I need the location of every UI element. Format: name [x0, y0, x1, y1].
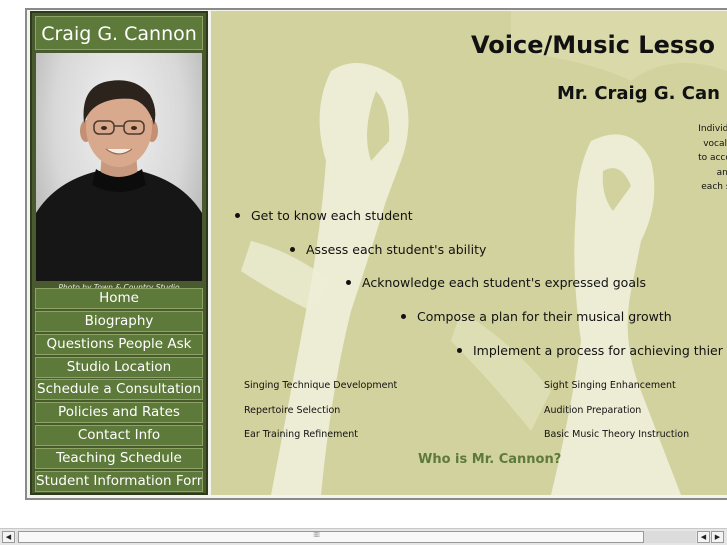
goal-item: Assess each student's ability: [290, 242, 486, 257]
service-item: Audition Preparation: [544, 405, 642, 416]
goal-item: Get to know each student: [235, 208, 413, 223]
bullet-icon: [457, 348, 462, 353]
sidebar: Craig G. Cannon Photo by Tow: [30, 11, 208, 495]
site-title: Craig G. Cannon: [35, 16, 203, 50]
intro-line: Individual pro: [698, 124, 727, 134]
page-subheading: Mr. Craig G. Can: [557, 83, 720, 104]
page-heading: Voice/Music Lesso: [471, 31, 715, 59]
nav-home[interactable]: Home: [35, 288, 203, 309]
bullet-icon: [235, 213, 240, 218]
who-is-link[interactable]: Who is Mr. Cannon?: [418, 452, 561, 467]
goal-item: Compose a plan for their musical growth: [401, 309, 672, 324]
intro-line: each studen: [701, 182, 727, 193]
nav-contact-info[interactable]: Contact Info: [35, 425, 203, 446]
bullet-icon: [401, 314, 406, 319]
nav-student-info-form[interactable]: Student Information Form: [35, 471, 203, 492]
nav-studio-location[interactable]: Studio Location: [35, 357, 203, 378]
goal-item: Acknowledge each student's expressed goa…: [346, 275, 646, 290]
service-item: Ear Training Refinement: [244, 429, 358, 440]
right-arrow-icon[interactable]: ▶: [711, 531, 724, 543]
service-item: Sight Singing Enhancement: [544, 380, 676, 391]
left-arrow-icon[interactable]: ◀: [697, 531, 710, 543]
service-item: Repertoire Selection: [244, 405, 341, 416]
nav-biography[interactable]: Biography: [35, 311, 203, 332]
intro-text: Individual pro vocal study to accomodat …: [659, 122, 727, 195]
nav-policies-rates[interactable]: Policies and Rates: [35, 402, 203, 423]
left-arrow-icon[interactable]: ◀: [2, 531, 15, 543]
goal-item: Implement a process for achieving thier …: [457, 343, 727, 358]
intro-line: and c: [716, 167, 727, 178]
service-item: Singing Technique Development: [244, 380, 398, 391]
nav-teaching-schedule[interactable]: Teaching Schedule: [35, 448, 203, 469]
intro-line: vocal study: [703, 138, 727, 149]
nav-schedule-consultation[interactable]: Schedule a Consultation: [35, 379, 203, 400]
portrait-photo: [36, 53, 202, 281]
main-content: Voice/Music Lesso Mr. Craig G. Can Indiv…: [211, 11, 727, 495]
bullet-icon: [290, 247, 295, 252]
grip-icon: ⁞⁞⁞⁞⁞: [313, 531, 320, 539]
bullet-icon: [346, 280, 351, 285]
service-item: Basic Music Theory Instruction: [544, 429, 690, 440]
nav-questions[interactable]: Questions People Ask: [35, 334, 203, 355]
scrollbar-thumb[interactable]: [18, 531, 644, 543]
intro-line: to accomodat: [698, 153, 727, 164]
horizontal-scrollbar[interactable]: ◀ ⁞⁞⁞⁞⁞ ◀ ▶: [0, 528, 727, 545]
